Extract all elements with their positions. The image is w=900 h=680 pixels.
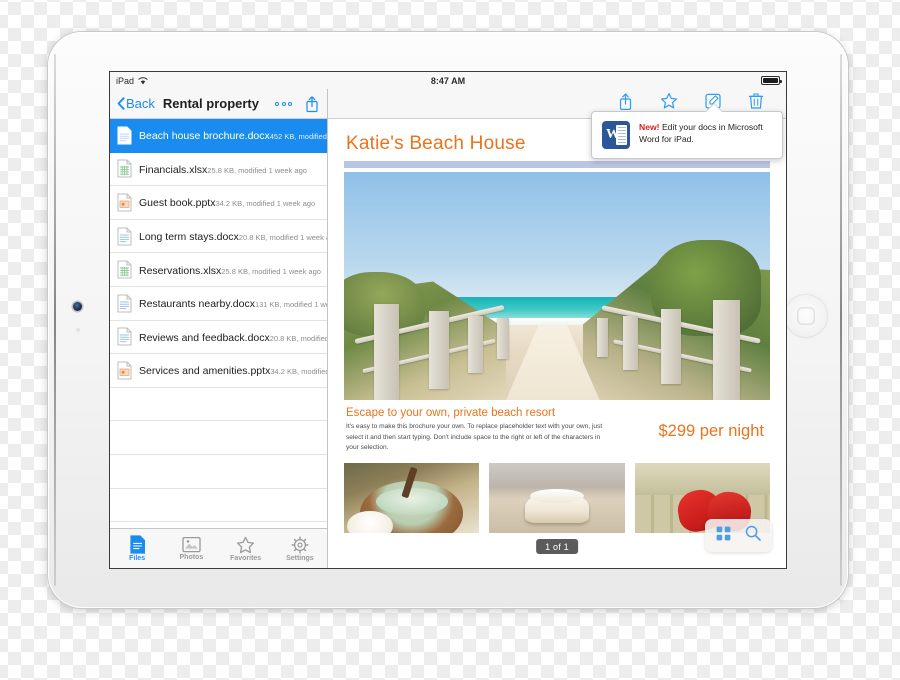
- page-indicator: 1 of 1: [536, 539, 578, 554]
- title-rule-divider: [344, 161, 770, 168]
- file-name: Reservations.xlsx: [139, 264, 222, 277]
- seashell-on-sand-photo: [489, 463, 625, 534]
- tab-files[interactable]: Files: [110, 529, 164, 568]
- file-meta: 20.8 KB, modified 1 week ago: [238, 233, 327, 243]
- docx-file-icon: [117, 126, 132, 145]
- file-meta: 34.2 KB, modified 1 week ago: [215, 199, 316, 209]
- bath-salts-bowl-photo: [344, 463, 480, 534]
- file-row[interactable]: Reviews and feedback.docx20.8 KB, modifi…: [110, 321, 327, 355]
- file-row[interactable]: Long term stays.docx20.8 KB, modified 1 …: [110, 220, 327, 254]
- pptx-file-icon: [117, 361, 132, 380]
- file-meta: 20.8 KB, modified 1 week ago: [269, 333, 327, 343]
- tab-photos[interactable]: Photos: [164, 529, 218, 568]
- tab-label: Favorites: [230, 554, 262, 562]
- xlsx-file-icon: [117, 260, 132, 279]
- word-promo-text: New! Edit your docs in Microsoft Word fo…: [639, 121, 772, 146]
- file-row[interactable]: Financials.xlsx25.8 KB, modified 1 week …: [110, 153, 327, 187]
- file-meta: 25.8 KB, modified 1 week ago: [207, 165, 307, 175]
- ipad-device: iPad 8:47 AM Back Rental property Beach …: [48, 32, 848, 608]
- file-row[interactable]: Guest book.pptx34.2 KB, modified 1 week …: [110, 186, 327, 220]
- file-row[interactable]: Services and amenities.pptx34.2 KB, modi…: [110, 354, 327, 388]
- search-icon[interactable]: [745, 525, 761, 546]
- device-label: iPad: [116, 75, 135, 86]
- sidebar: Back Rental property Beach house brochur…: [110, 89, 328, 568]
- docx-file-icon: [117, 227, 132, 246]
- document-body-text: It's easy to make this brochure your own…: [346, 423, 603, 452]
- document-subheading: Escape to your own, private beach resort: [346, 407, 556, 419]
- word-promo-tooltip[interactable]: W New! Edit your docs in Microsoft Word …: [591, 103, 783, 159]
- file-name: Reviews and feedback.docx: [139, 331, 270, 344]
- bezel-edge-right: [840, 54, 842, 586]
- file-name: Long term stays.docx: [139, 231, 239, 244]
- sidebar-nav-bar: Back Rental property: [110, 89, 327, 119]
- file-name: Restaurants nearby.docx: [139, 298, 255, 311]
- file-list[interactable]: Beach house brochure.docx452 KB, modifie…: [110, 119, 327, 528]
- share-icon[interactable]: [304, 95, 320, 113]
- tab-label: Photos: [179, 554, 204, 561]
- file-meta: 25.8 KB, modified 1 week ago: [221, 266, 321, 276]
- ipad-screen: iPad 8:47 AM Back Rental property Beach …: [110, 72, 786, 568]
- file-row[interactable]: Restaurants nearby.docx131 KB, modified …: [110, 287, 327, 321]
- file-row[interactable]: Reservations.xlsx25.8 KB, modified 1 wee…: [110, 253, 327, 287]
- tab-favorites[interactable]: Favorites: [219, 529, 273, 568]
- document-icon: [129, 535, 146, 554]
- file-name: Financials.xlsx: [139, 163, 208, 176]
- gear-icon: [291, 536, 309, 554]
- file-meta: 452 KB, modified 2 days ago: [269, 132, 327, 142]
- photo-icon: [182, 536, 201, 553]
- beach-path-photo: [344, 172, 770, 400]
- file-name: Beach house brochure.docx: [139, 130, 270, 143]
- wifi-icon: [138, 76, 148, 85]
- file-row-empty: [110, 421, 327, 455]
- home-button[interactable]: [784, 294, 828, 338]
- bezel-edge-left: [54, 54, 56, 586]
- status-bar: iPad 8:47 AM: [110, 72, 786, 89]
- star-icon: [236, 536, 255, 554]
- chevron-left-icon: [117, 97, 125, 110]
- tab-settings[interactable]: Settings: [273, 529, 327, 568]
- front-camera-icon: [73, 302, 82, 311]
- more-dots-icon[interactable]: [275, 101, 292, 106]
- tab-label: Files: [129, 555, 146, 562]
- battery-full-icon: [761, 76, 782, 85]
- file-meta: 131 KB, modified 1 week ago: [254, 300, 327, 310]
- back-button-label: Back: [126, 96, 155, 111]
- file-name: Services and amenities.pptx: [139, 365, 271, 378]
- grid-view-icon[interactable]: [716, 526, 731, 546]
- file-name: Guest book.pptx: [139, 197, 216, 210]
- document-canvas: Katie's Beach House Escape to your own, …: [328, 119, 786, 568]
- file-row[interactable]: Beach house brochure.docx452 KB, modifie…: [110, 119, 327, 153]
- xlsx-file-icon: [117, 159, 132, 178]
- file-meta: 34.2 KB, modified 1 week ago: [270, 367, 327, 377]
- file-row-empty: [110, 388, 327, 422]
- tab-bar: Files Photos Favorites Settings: [110, 528, 327, 568]
- docx-file-icon: [117, 327, 132, 346]
- floating-controls: [705, 519, 772, 552]
- new-badge: New!: [639, 122, 660, 132]
- status-bar-time: 8:47 AM: [430, 75, 466, 86]
- pptx-file-icon: [117, 193, 132, 212]
- document-pane: Katie's Beach House Escape to your own, …: [328, 89, 786, 568]
- status-bar-left: iPad: [116, 76, 148, 86]
- price-text: $299 per night: [658, 422, 764, 440]
- file-row-empty: [110, 489, 327, 523]
- sidebar-title: Rental property: [162, 96, 259, 111]
- tab-label: Settings: [286, 554, 314, 562]
- back-button[interactable]: Back: [117, 96, 155, 111]
- document-lower-row: It's easy to make this brochure your own…: [344, 422, 770, 454]
- ambient-sensor-icon: [76, 328, 80, 332]
- app-body: Back Rental property Beach house brochur…: [110, 89, 786, 568]
- word-app-icon: W: [602, 121, 630, 149]
- file-row-empty: [110, 455, 327, 489]
- docx-file-icon: [117, 294, 132, 313]
